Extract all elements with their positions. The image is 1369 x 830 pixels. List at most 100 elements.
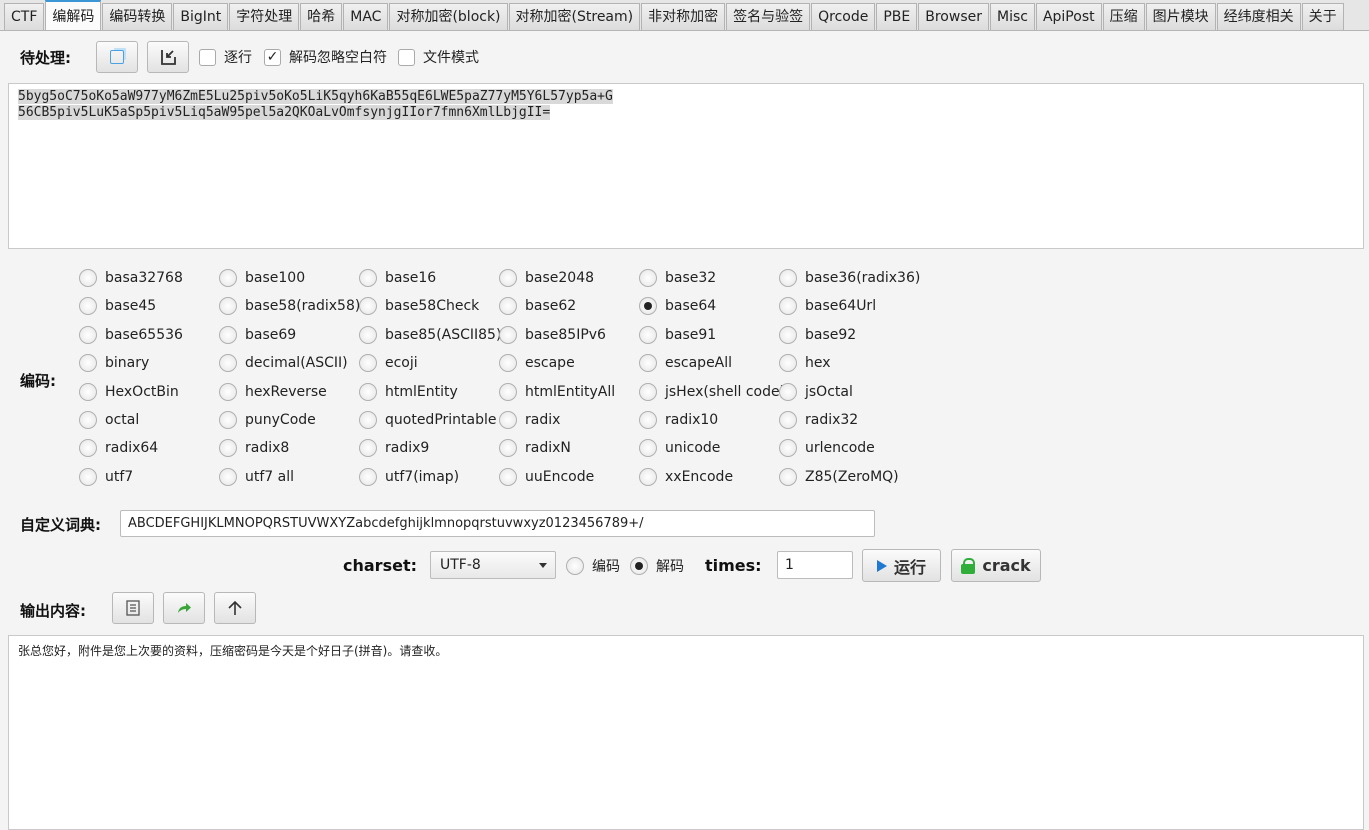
radio-circle[interactable] <box>499 326 517 344</box>
radio-circle[interactable] <box>219 269 237 287</box>
encoding-option[interactable]: uuEncode <box>499 468 594 486</box>
encoding-option[interactable]: base62 <box>499 297 576 315</box>
tab-9[interactable]: 非对称加密 <box>641 3 726 30</box>
radio-circle[interactable] <box>499 354 517 372</box>
radio-circle[interactable] <box>779 439 797 457</box>
paste-input-button[interactable] <box>147 41 189 73</box>
encoding-option[interactable]: base45 <box>79 297 156 315</box>
radio-circle[interactable] <box>639 411 657 429</box>
radio-circle[interactable] <box>359 269 377 287</box>
tab-19[interactable]: 关于 <box>1301 3 1344 30</box>
file-mode-checkbox[interactable]: 文件模式 <box>398 47 479 67</box>
encoding-option[interactable]: urlencode <box>779 439 875 457</box>
radio-circle[interactable] <box>219 297 237 315</box>
radio-circle[interactable] <box>779 269 797 287</box>
radio-circle[interactable] <box>779 468 797 486</box>
radio-circle[interactable] <box>639 383 657 401</box>
tab-7[interactable]: 对称加密(block) <box>389 3 508 30</box>
radio-circle[interactable] <box>639 269 657 287</box>
tab-8[interactable]: 对称加密(Stream) <box>508 3 641 30</box>
radio-circle[interactable] <box>779 297 797 315</box>
encoding-option[interactable]: utf7(imap) <box>359 468 459 486</box>
mode-encode-radio[interactable]: 编码 <box>566 556 620 576</box>
radio-circle[interactable] <box>219 439 237 457</box>
radio-circle[interactable] <box>359 297 377 315</box>
mode-decode-radio[interactable]: 解码 <box>630 556 684 576</box>
encoding-option[interactable]: Z85(ZeroMQ) <box>779 468 899 486</box>
radio-circle[interactable] <box>779 354 797 372</box>
custom-dict-input[interactable]: ABCDEFGHIJKLMNOPQRSTUVWXYZabcdefghijklmn… <box>120 510 875 537</box>
tab-0[interactable]: CTF <box>4 3 45 30</box>
radio-circle[interactable] <box>499 269 517 287</box>
ignore-whitespace-box[interactable]: ✓ <box>264 48 281 66</box>
encoding-option[interactable]: base69 <box>219 326 296 344</box>
encoding-option[interactable]: unicode <box>639 439 720 457</box>
encoding-option[interactable]: base64 <box>639 297 716 315</box>
encoding-option[interactable]: octal <box>79 411 139 429</box>
copy-input-button[interactable] <box>96 41 138 73</box>
tab-3[interactable]: BigInt <box>173 3 229 30</box>
encoding-option[interactable]: utf7 all <box>219 468 294 486</box>
mode-decode-circle[interactable] <box>630 557 648 575</box>
encoding-option[interactable]: radix10 <box>639 411 718 429</box>
radio-circle[interactable] <box>359 468 377 486</box>
radio-circle[interactable] <box>359 439 377 457</box>
encoding-option[interactable]: escape <box>499 354 575 372</box>
encoding-option[interactable]: base85IPv6 <box>499 326 606 344</box>
radio-circle[interactable] <box>219 326 237 344</box>
encoding-option[interactable]: base58(radix58) <box>219 297 360 315</box>
crack-button[interactable]: crack <box>951 549 1041 582</box>
radio-circle[interactable] <box>499 468 517 486</box>
encoding-option[interactable]: htmlEntity <box>359 383 458 401</box>
encoding-option[interactable]: quotedPrintable <box>359 411 497 429</box>
forward-output-button[interactable] <box>163 592 205 624</box>
radio-circle[interactable] <box>79 383 97 401</box>
radio-circle[interactable] <box>79 354 97 372</box>
tab-4[interactable]: 字符处理 <box>229 3 300 30</box>
tab-1[interactable]: 编解码 <box>45 0 102 30</box>
encoding-option[interactable]: base85(ASCII85) <box>359 326 501 344</box>
radio-circle[interactable] <box>219 468 237 486</box>
tab-17[interactable]: 图片模块 <box>1145 3 1216 30</box>
encoding-option[interactable]: escapeAll <box>639 354 732 372</box>
radio-circle[interactable] <box>499 411 517 429</box>
encoding-option[interactable]: base36(radix36) <box>779 269 920 287</box>
tab-11[interactable]: Qrcode <box>811 3 876 30</box>
per-line-checkbox[interactable]: 逐行 <box>199 47 252 67</box>
input-textarea[interactable]: 5byg5oC75oKo5aW977yM6ZmE5Lu25piv5oKo5LiK… <box>8 83 1364 249</box>
charset-select[interactable]: UTF-8 <box>430 551 556 579</box>
encoding-option[interactable]: decimal(ASCII) <box>219 354 348 372</box>
output-textarea[interactable]: 张总您好，附件是您上次要的资料，压缩密码是今天是个好日子(拼音)。请查收。 <box>8 635 1364 830</box>
tab-16[interactable]: 压缩 <box>1102 3 1145 30</box>
tab-6[interactable]: MAC <box>343 3 389 30</box>
encoding-option[interactable]: hex <box>779 354 831 372</box>
move-up-button[interactable] <box>214 592 256 624</box>
encoding-option[interactable]: base58Check <box>359 297 479 315</box>
file-mode-box[interactable] <box>398 48 415 66</box>
encoding-option[interactable]: radix8 <box>219 439 289 457</box>
radio-circle[interactable] <box>79 411 97 429</box>
tab-5[interactable]: 哈希 <box>300 3 343 30</box>
radio-circle[interactable] <box>499 297 517 315</box>
encoding-option[interactable]: radix32 <box>779 411 858 429</box>
encoding-option[interactable]: base100 <box>219 269 305 287</box>
encoding-option[interactable]: basa32768 <box>79 269 183 287</box>
encoding-option[interactable]: radix <box>499 411 560 429</box>
radio-circle[interactable] <box>79 439 97 457</box>
encoding-option[interactable]: base32 <box>639 269 716 287</box>
copy-output-button[interactable] <box>112 592 154 624</box>
tab-18[interactable]: 经纬度相关 <box>1216 3 1301 30</box>
radio-circle[interactable] <box>639 439 657 457</box>
ignore-whitespace-checkbox[interactable]: ✓ 解码忽略空白符 <box>264 47 387 67</box>
encoding-option[interactable]: xxEncode <box>639 468 733 486</box>
encoding-option[interactable]: jsHex(shell code) <box>639 383 785 401</box>
radio-circle[interactable] <box>639 297 657 315</box>
radio-circle[interactable] <box>79 326 97 344</box>
radio-circle[interactable] <box>79 468 97 486</box>
encoding-option[interactable]: ecoji <box>359 354 418 372</box>
radio-circle[interactable] <box>499 439 517 457</box>
encoding-option[interactable]: utf7 <box>79 468 133 486</box>
tab-2[interactable]: 编码转换 <box>102 3 173 30</box>
tab-12[interactable]: PBE <box>876 3 918 30</box>
tab-10[interactable]: 签名与验签 <box>726 3 811 30</box>
